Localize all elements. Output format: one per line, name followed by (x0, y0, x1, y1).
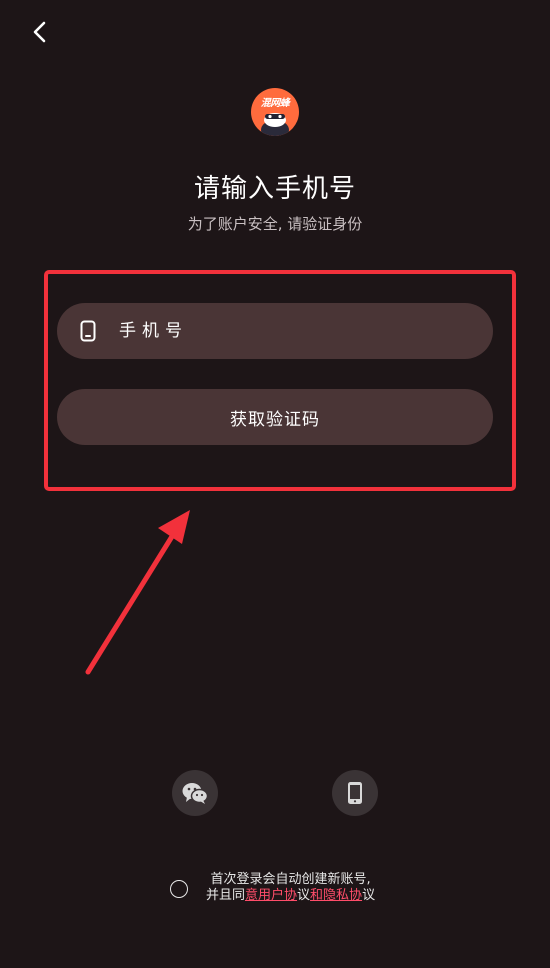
agreement-prefix: 并且同 (206, 888, 246, 903)
user-agreement-link[interactable]: 意用户协 (245, 888, 297, 903)
app-logo: 混网蜂 (251, 88, 299, 136)
agreement-line-1: 首次登录会自动创建新账号, (210, 872, 371, 887)
phone-input[interactable] (117, 310, 493, 352)
phone-login-button[interactable] (332, 770, 378, 816)
page-subtitle: 为了账户安全, 请验证身份 (187, 215, 363, 233)
get-code-button[interactable]: 获取验证码 (57, 389, 493, 445)
agreement-suffix: 议 (362, 888, 376, 903)
agreement-checkbox[interactable] (170, 880, 188, 898)
chevron-left-icon (33, 21, 46, 43)
privacy-policy-link[interactable]: 和隐私协 (310, 888, 362, 903)
agreement-text: 首次登录会自动创建新账号, 并且同意用户协议和隐私协议 (206, 872, 375, 904)
phone-outline-icon (79, 320, 97, 342)
mascot-icon (261, 113, 289, 136)
wechat-icon (182, 783, 209, 804)
wechat-login-button[interactable] (172, 770, 218, 816)
agreement-middle: 议 (297, 888, 311, 903)
back-button[interactable] (22, 14, 58, 50)
phone-field[interactable] (57, 303, 493, 359)
login-screen: 混网蜂 请输入手机号 为了账户安全, 请验证身份 获取验证码 (0, 0, 550, 968)
agreement-row: 首次登录会自动创建新账号, 并且同意用户协议和隐私协议 (170, 872, 430, 904)
page-title: 请输入手机号 (193, 174, 356, 204)
mobile-phone-icon (348, 782, 362, 804)
agreement-line-2: 并且同意用户协议和隐私协议 (206, 888, 375, 904)
